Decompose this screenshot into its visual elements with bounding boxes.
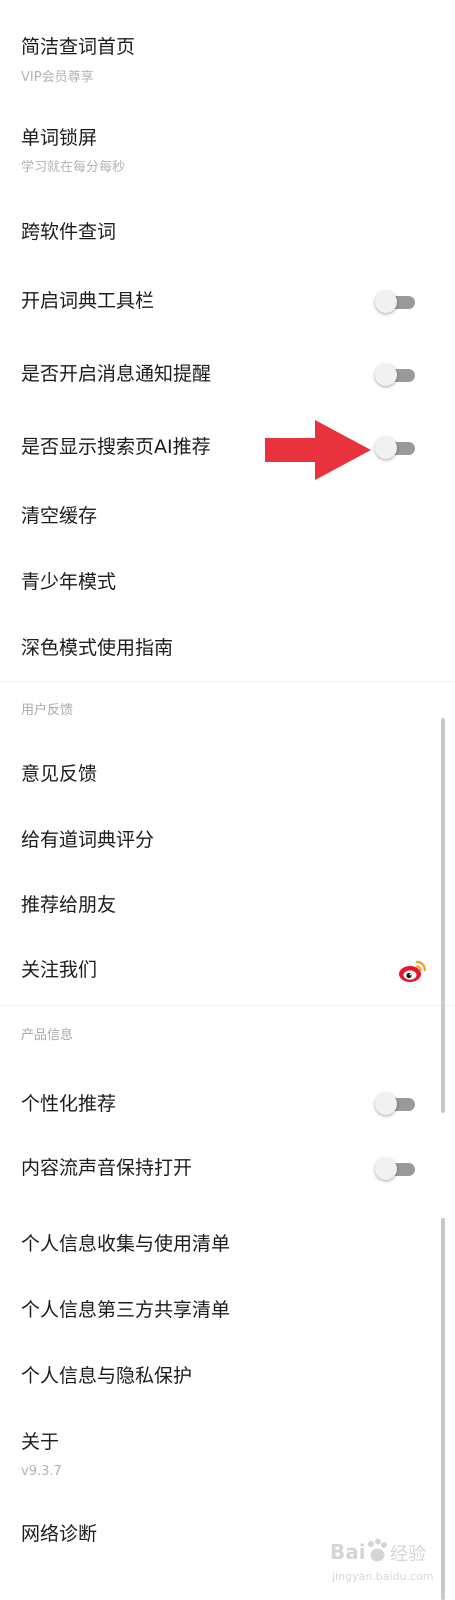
rate-app-item[interactable]: 给有道词典评分: [0, 818, 455, 864]
item-title: 是否开启消息通知提醒: [21, 363, 212, 385]
item-title: 个人信息收集与使用清单: [21, 1233, 231, 1255]
search-ai-recommend-toggle[interactable]: [375, 437, 415, 459]
dictionary-toolbar-toggle[interactable]: [375, 291, 415, 313]
watermark-brand: Bai: [330, 1540, 366, 1564]
watermark-url: jingyan.baidu.com: [332, 1570, 434, 1583]
item-title: 开启词典工具栏: [21, 290, 155, 312]
toggle-knob: [375, 1158, 397, 1180]
simple-search-home-item[interactable]: 简洁查词首页 VIP会员尊享: [0, 30, 455, 96]
item-title: 网络诊断: [21, 1523, 98, 1545]
section-label-product: 产品信息: [21, 1028, 74, 1043]
personal-info-collection-item[interactable]: 个人信息收集与使用清单: [0, 1222, 455, 1268]
recommend-to-friends-item[interactable]: 推荐给朋友: [0, 883, 455, 929]
section-divider: [0, 1005, 455, 1006]
item-subtitle: VIP会员尊享: [21, 70, 94, 85]
follow-us-item[interactable]: 关注我们: [0, 948, 455, 994]
feedback-item[interactable]: 意见反馈: [0, 752, 455, 798]
item-title: 是否显示搜索页AI推荐: [21, 436, 211, 458]
paw-icon: [368, 1538, 387, 1562]
section-divider: [0, 681, 455, 682]
item-title: 个人信息与隐私保护: [21, 1365, 193, 1387]
item-title: 跨软件查词: [21, 221, 117, 243]
feed-sound-toggle[interactable]: [375, 1158, 415, 1180]
item-title: 单词锁屏: [21, 127, 98, 149]
item-title: 简洁查词首页: [21, 36, 136, 58]
notification-reminder-toggle[interactable]: [375, 364, 415, 386]
item-title: 个人信息第三方共享清单: [21, 1299, 231, 1321]
item-title: 关注我们: [21, 959, 98, 981]
item-title: 意见反馈: [21, 763, 98, 785]
item-title: 个性化推荐: [21, 1093, 117, 1115]
baidu-watermark: Bai 经验 jingyan.baidu.com: [330, 1538, 448, 1594]
weibo-icon[interactable]: [398, 958, 428, 984]
settings-page: 简洁查词首页 VIP会员尊享 单词锁屏 学习就在每分每秒 跨软件查词 开启词典工…: [0, 0, 455, 1600]
item-title: 清空缓存: [21, 505, 98, 527]
toggle-knob: [375, 1093, 397, 1115]
section-label-feedback: 用户反馈: [21, 703, 74, 718]
privacy-protection-item[interactable]: 个人信息与隐私保护: [0, 1354, 455, 1400]
scrollbar[interactable]: [441, 718, 445, 1113]
version-text: v9.3.7: [21, 1464, 62, 1479]
item-title: 推荐给朋友: [21, 894, 117, 916]
third-party-sharing-item[interactable]: 个人信息第三方共享清单: [0, 1288, 455, 1334]
toggle-knob: [375, 437, 397, 459]
toggle-knob: [375, 291, 397, 313]
clear-cache-item[interactable]: 清空缓存: [0, 494, 455, 540]
item-title: 关于: [21, 1431, 60, 1453]
personalized-recommend-toggle[interactable]: [375, 1093, 415, 1115]
word-lock-screen-item[interactable]: 单词锁屏 学习就在每分每秒: [0, 120, 455, 186]
teen-mode-item[interactable]: 青少年模式: [0, 560, 455, 606]
toggle-knob: [375, 364, 397, 386]
cross-app-lookup-item[interactable]: 跨软件查词: [0, 210, 455, 256]
red-arrow-icon: [265, 420, 371, 480]
item-title: 内容流声音保持打开: [21, 1157, 193, 1179]
item-subtitle: 学习就在每分每秒: [21, 160, 126, 175]
watermark-brand-cn: 经验: [390, 1544, 426, 1565]
dark-mode-guide-item[interactable]: 深色模式使用指南: [0, 626, 455, 672]
item-title: 给有道词典评分: [21, 829, 155, 851]
about-item[interactable]: 关于 v9.3.7: [0, 1426, 455, 1486]
item-title: 青少年模式: [21, 571, 117, 593]
item-title: 深色模式使用指南: [21, 637, 174, 659]
